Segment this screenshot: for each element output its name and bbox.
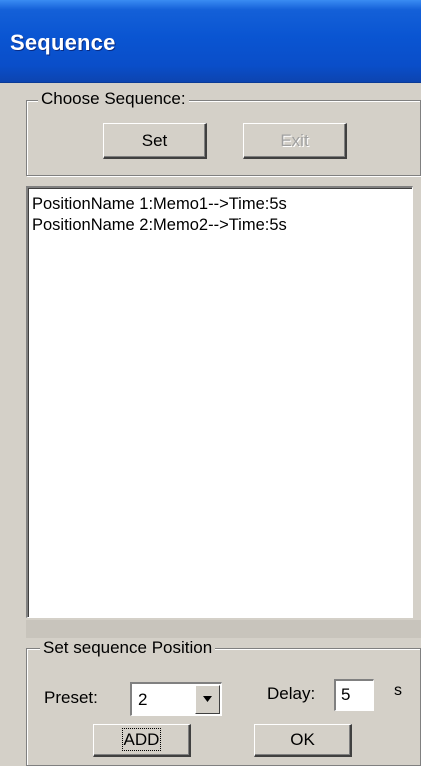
sequence-listbox[interactable]: PositionName 1:Memo1-->Time:5s PositionN… [26, 186, 413, 618]
delay-unit-label: s [394, 682, 402, 699]
add-button[interactable]: ADD [93, 724, 191, 757]
chevron-down-icon[interactable] [195, 685, 220, 714]
sequence-dialog: Sequence Choose Sequence: Set Exit Posit… [0, 0, 421, 766]
window-title: Sequence [10, 30, 116, 55]
add-button-label: ADD [121, 728, 162, 751]
separator [26, 620, 421, 638]
list-item[interactable]: PositionName 2:Memo2-->Time:5s [28, 215, 412, 236]
preset-label: Preset: [44, 688, 98, 707]
choose-sequence-group [26, 100, 421, 176]
list-item[interactable]: PositionName 1:Memo1-->Time:5s [28, 194, 412, 215]
preset-combobox[interactable]: 2 [130, 682, 222, 716]
delay-label: Delay: [267, 684, 316, 703]
exit-button[interactable]: Exit [243, 123, 347, 159]
exit-button-label: Exit [280, 130, 309, 150]
delay-input[interactable]: 5 [334, 679, 374, 711]
ok-button[interactable]: OK [254, 724, 352, 757]
preset-value: 2 [138, 690, 148, 709]
title-bar[interactable]: Sequence [0, 0, 421, 83]
set-position-label: Set sequence Position [40, 638, 216, 658]
choose-sequence-label: Choose Sequence: [38, 89, 189, 109]
set-button[interactable]: Set [103, 123, 207, 159]
set-button-label: Set [141, 130, 168, 150]
ok-button-label: OK [290, 730, 315, 749]
